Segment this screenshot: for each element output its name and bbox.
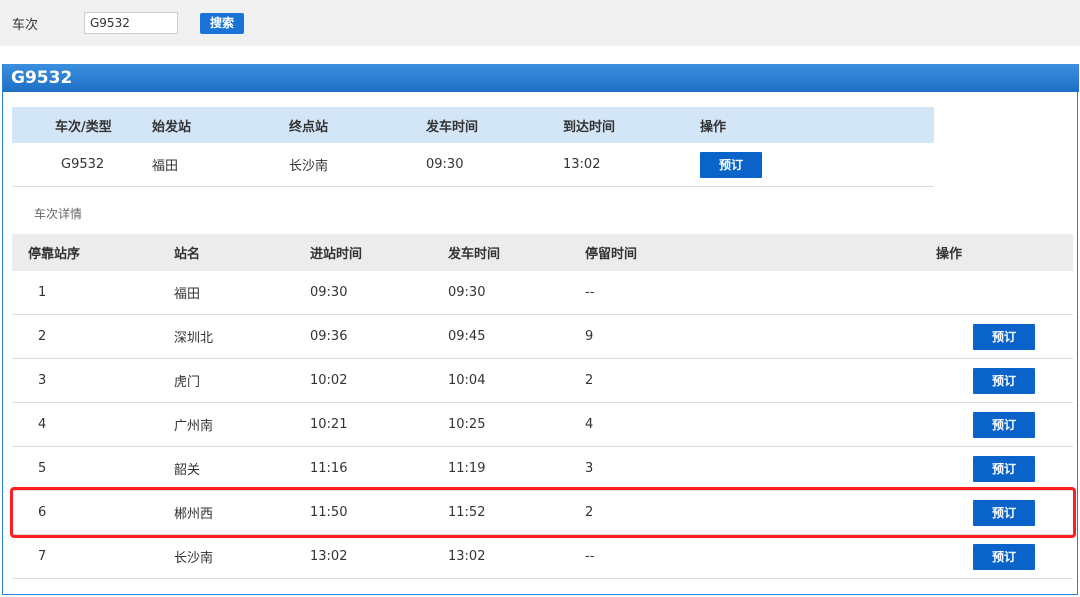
station-name: 虎门 [174,375,201,390]
book-button[interactable]: 预订 [973,411,1035,438]
stop-seq: 7 [38,549,47,564]
col-stop-seq: 停靠站序 [28,247,81,262]
train-panel: G9532 车次/类型 始发站 终点站 发车时间 到达时间 操作 G9532 福… [2,64,1079,595]
search-button[interactable]: 搜索 [200,13,244,34]
stop-seq: 2 [38,329,47,344]
train-number-input[interactable] [84,12,178,34]
station-name: 广州南 [174,419,214,434]
col-arrive-time: 到达时间 [563,119,616,135]
station-name: 深圳北 [174,331,214,346]
stay-time: -- [585,549,595,564]
arrive-time: 10:21 [310,417,348,432]
arrive-time: 10:02 [310,373,348,388]
arrive-time: 13:02 [563,157,601,172]
depart-time: 09:45 [448,329,486,344]
table-row: 7 长沙南 13:02 13:02 -- 预订 [12,535,1073,579]
stop-seq: 1 [38,285,47,300]
col-depart: 发车时间 [448,247,501,262]
detail-section-title: 车次详情 [34,207,83,221]
depart-time: 13:02 [448,549,486,564]
stop-seq: 4 [38,417,47,432]
arrive-time: 09:36 [310,329,348,344]
stay-time: -- [585,285,595,300]
stay-time: 3 [585,461,594,476]
table-row: 4 广州南 10:21 10:25 4 预订 [12,403,1073,447]
origin-station: 福田 [152,159,179,174]
station-name: 福田 [174,287,201,302]
book-button[interactable]: 预订 [973,543,1035,570]
col-arrive-in: 进站时间 [310,247,363,262]
col-station: 站名 [174,247,201,262]
station-name: 长沙南 [174,551,214,566]
table-row: 1 福田 09:30 09:30 -- [12,271,1073,315]
col-train-type: 车次/类型 [55,119,112,135]
col-detail-action: 操作 [936,247,963,262]
depart-time: 11:19 [448,461,486,476]
stop-seq: 3 [38,373,47,388]
book-button[interactable]: 预订 [973,367,1035,394]
arrive-time: 13:02 [310,549,348,564]
depart-time: 10:04 [448,373,486,388]
panel-title: G9532 [3,64,1079,92]
station-name: 韶关 [174,463,201,478]
depart-time: 09:30 [448,285,486,300]
col-action: 操作 [700,119,727,135]
stay-time: 2 [585,373,594,388]
depart-time: 09:30 [426,157,464,172]
stop-seq: 5 [38,461,47,476]
table-row: 2 深圳北 09:36 09:45 9 预订 [12,315,1073,359]
book-button[interactable]: 预订 [973,455,1035,482]
book-button-summary[interactable]: 预订 [700,151,762,178]
train-number: G9532 [61,157,105,172]
detail-table-header: 停靠站序 站名 进站时间 发车时间 停留时间 操作 [12,234,1073,271]
search-label: 车次 [12,18,39,33]
destination-station: 长沙南 [289,159,329,174]
arrive-time: 11:16 [310,461,348,476]
search-bar: 车次 搜索 [0,0,1080,46]
summary-row: G9532 福田 长沙南 09:30 13:02 预订 [12,143,934,187]
table-row: 3 虎门 10:02 10:04 2 预订 [12,359,1073,403]
depart-time: 10:25 [448,417,486,432]
table-row: 5 韶关 11:16 11:19 3 预订 [12,447,1073,491]
col-origin: 始发站 [152,119,192,135]
book-button[interactable]: 预订 [973,323,1035,350]
arrive-time: 09:30 [310,285,348,300]
stay-time: 4 [585,417,594,432]
col-destination: 终点站 [289,119,329,135]
col-depart-time: 发车时间 [426,119,479,135]
stay-time: 9 [585,329,594,344]
col-stay: 停留时间 [585,247,638,262]
summary-table-header: 车次/类型 始发站 终点站 发车时间 到达时间 操作 [12,107,934,143]
highlight-box [10,487,1076,538]
